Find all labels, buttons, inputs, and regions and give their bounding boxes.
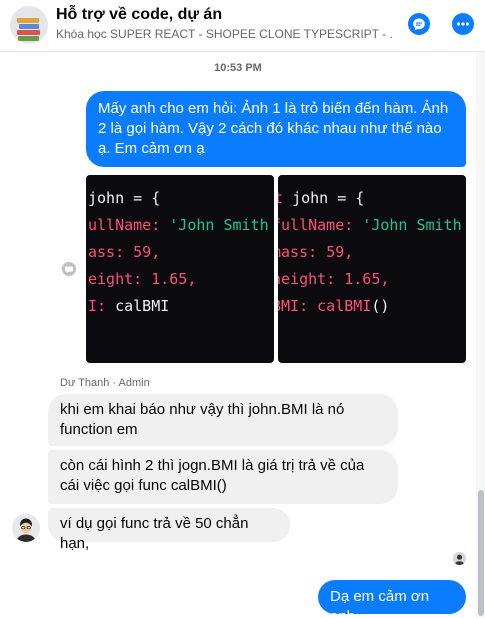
- reaction-icon[interactable]: [62, 262, 76, 276]
- code-string: 'John Smith: [169, 216, 269, 234]
- code-keyword: t: [278, 189, 284, 207]
- code-line: height: 1.65,: [278, 270, 389, 288]
- sender-label: Dư Thanh · Admin: [60, 377, 150, 389]
- incoming-message[interactable]: ví dụ gọi func trả về 50 chẳn hạn,: [48, 508, 290, 552]
- code-value: 59,: [133, 243, 161, 261]
- code-line: BMI: calBMI(): [278, 297, 389, 315]
- code-parens: (): [371, 297, 390, 315]
- code-line: mass: 59,: [278, 243, 353, 261]
- code-key: ass:: [88, 243, 125, 261]
- timestamp: 10:53 PM: [214, 62, 262, 74]
- chat-subtitle: Khóa học SUPER REACT - SHOPEE CLONE TYPE…: [56, 27, 392, 41]
- code-text: john = {: [292, 189, 365, 207]
- code-value: 59,: [326, 243, 354, 261]
- incoming-message[interactable]: khi em khai báo như vậy thì john.BMI là …: [48, 394, 398, 446]
- more-dots-icon[interactable]: [452, 13, 474, 35]
- code-line: I: calBMI: [88, 297, 169, 315]
- code-key: height:: [278, 270, 336, 288]
- code-value: 1.65,: [151, 270, 197, 288]
- code-string: 'John Smith: [362, 216, 462, 234]
- code-screenshot-1[interactable]: john = { ullName: 'John Smith ass: 59, e…: [86, 175, 274, 363]
- outgoing-message-thanks[interactable]: Dạ em cảm ơn anh: [318, 580, 466, 618]
- code-line: fullName: 'John Smith: [278, 216, 462, 234]
- chat-title[interactable]: Hỗ trợ về code, dự án: [56, 6, 222, 24]
- code-key: eight:: [88, 270, 143, 288]
- code-key: I:: [88, 297, 107, 315]
- code-key: BMI:: [278, 297, 309, 315]
- code-line: ass: 59,: [88, 243, 160, 261]
- scrollbar-thumb[interactable]: [478, 490, 484, 616]
- code-line: ullName: 'John Smith: [88, 216, 269, 234]
- code-line: t john = {: [278, 189, 364, 207]
- code-value: calBMI: [115, 297, 170, 315]
- outgoing-message-question[interactable]: Mấy anh cho em hỏi: Ảnh 1 là trỏ biến đế…: [86, 91, 466, 167]
- admin-avatar[interactable]: [12, 514, 40, 542]
- code-value: 1.65,: [344, 270, 390, 288]
- code-key: ullName:: [88, 216, 161, 234]
- code-key: mass:: [278, 243, 318, 261]
- code-screenshot-2[interactable]: t john = { fullName: 'John Smith mass: 5…: [278, 175, 466, 363]
- chat-header: Hỗ trợ về code, dự án Khóa học SUPER REA…: [0, 0, 485, 52]
- incoming-message[interactable]: còn cái hình 2 thì jogn.BMI là giá trị t…: [48, 450, 398, 504]
- code-line: eight: 1.65,: [88, 270, 196, 288]
- code-key: fullName:: [278, 216, 354, 234]
- seen-avatar: [453, 552, 466, 565]
- code-line: john = {: [88, 189, 161, 207]
- code-value: calBMI: [317, 297, 372, 315]
- group-avatar[interactable]: [10, 6, 48, 44]
- chat-bubble-icon[interactable]: [408, 13, 430, 35]
